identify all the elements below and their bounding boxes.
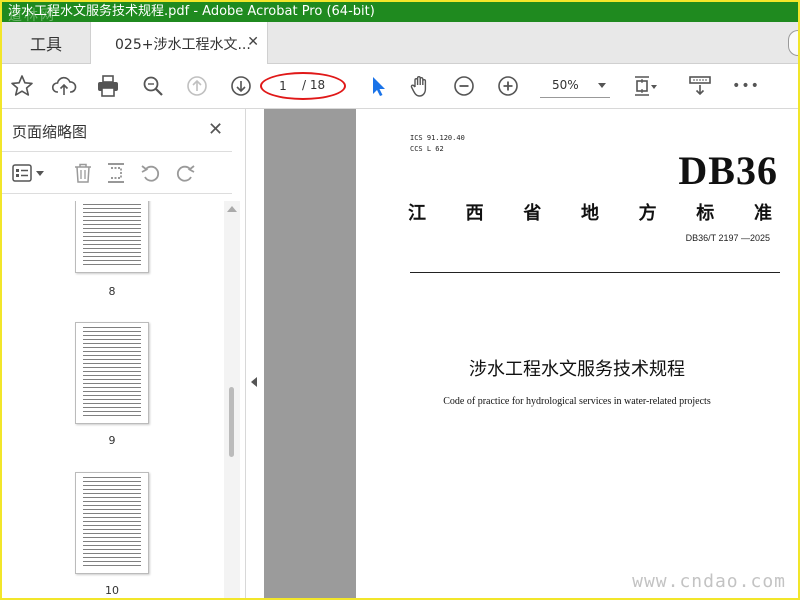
cloud-upload-icon[interactable]	[50, 72, 78, 100]
collapse-arrow-icon[interactable]	[251, 377, 257, 387]
tab-document[interactable]: 025+涉水工程水文... ✕	[90, 22, 268, 65]
document-title-en: Code of practice for hydrological servic…	[443, 396, 711, 407]
tab-bar: 工具 025+涉水工程水文... ✕	[2, 22, 798, 65]
chevron-down-icon	[598, 83, 606, 88]
hand-icon[interactable]	[406, 72, 434, 100]
zoom-dropdown[interactable]: 50%	[540, 74, 610, 98]
tab-close-icon[interactable]: ✕	[247, 34, 259, 50]
heading-char: 标	[696, 203, 715, 224]
pane-close-icon[interactable]: ✕	[208, 119, 223, 140]
window-titlebar: 涉水工程水文服务技术规程.pdf - Adobe Acrobat Pro (64…	[2, 2, 798, 24]
main-toolbar: / 18 50% •••	[2, 64, 798, 109]
page-thumbnail-label: 8	[108, 285, 116, 298]
heading-char: 江	[408, 203, 426, 224]
thumbnail-text-lines	[83, 327, 141, 419]
page-number-box: / 18	[260, 72, 346, 100]
watermark-bottom-right: www.cndao.com	[632, 571, 786, 592]
standard-number: DB36/T 2197 —2025	[685, 233, 770, 243]
heading-char: 西	[465, 203, 484, 224]
scroll-mode-icon[interactable]	[686, 72, 714, 100]
classification-codes: ICS 91.120.40 CCS L 62	[410, 133, 465, 155]
page-thumbnail-label: 9	[108, 434, 116, 447]
document-view: ICS 91.120.40 CCS L 62 DB36 江 西 省 地 方 标 …	[264, 109, 798, 598]
ics-code: ICS 91.120.40	[410, 134, 465, 142]
thumbnail-pane-title: 页面缩略图	[12, 123, 88, 141]
highlight-ellipse	[260, 72, 346, 100]
rotate-ccw-icon[interactable]	[138, 160, 164, 186]
thumbnail-scrollbar[interactable]	[224, 201, 240, 598]
document-title-cn: 涉水工程水文服务技术规程	[469, 359, 685, 380]
thumbnail-text-lines	[83, 477, 141, 569]
page-thumbnail-label: 10	[105, 584, 119, 597]
scrollbar-thumb[interactable]	[229, 387, 234, 457]
standard-code: DB36	[678, 148, 778, 193]
more-options-icon[interactable]: •••	[730, 72, 762, 100]
rotate-cw-icon[interactable]	[172, 160, 198, 186]
pane-collapse-strip	[246, 109, 264, 598]
zoom-out-icon[interactable]	[450, 72, 478, 100]
divider	[2, 193, 232, 194]
ccs-code: CCS L 62	[410, 145, 444, 153]
tab-scroll-button[interactable]	[788, 30, 798, 56]
tab-tools[interactable]: 工具	[2, 22, 90, 64]
star-icon[interactable]	[8, 72, 36, 100]
insert-page-icon[interactable]	[104, 160, 130, 186]
page-up-icon[interactable]	[183, 72, 211, 100]
print-icon[interactable]	[94, 72, 122, 100]
zoom-search-icon[interactable]	[139, 72, 167, 100]
select-arrow-icon[interactable]	[364, 72, 392, 100]
window-title: 涉水工程水文服务技术规程.pdf - Adobe Acrobat Pro (64…	[8, 4, 375, 19]
page-thumbnail[interactable]	[75, 472, 149, 574]
zoom-value: 50%	[552, 78, 579, 92]
heading-char: 准	[753, 203, 772, 224]
app-frame: 涉水工程水文服务技术规程.pdf - Adobe Acrobat Pro (64…	[2, 2, 798, 598]
trash-icon[interactable]	[70, 160, 96, 186]
page-down-icon[interactable]	[227, 72, 255, 100]
heading-char: 方	[638, 203, 657, 224]
page-thumbnail[interactable]	[75, 322, 149, 424]
thumbnail-list: 8 9 10	[2, 201, 224, 598]
thumbnail-options-button[interactable]	[10, 160, 48, 186]
scroll-up-icon[interactable]	[227, 206, 237, 212]
pdf-page: ICS 91.120.40 CCS L 62 DB36 江 西 省 地 方 标 …	[356, 109, 798, 598]
tab-document-label: 025+涉水工程水文...	[115, 36, 251, 53]
heading-char: 地	[580, 203, 599, 224]
page-thumbnail[interactable]	[75, 201, 149, 273]
thumbnail-pane: 页面缩略图 ✕ 8 9 10	[2, 109, 246, 598]
header-rule	[410, 272, 780, 273]
page-layout-icon[interactable]	[630, 72, 658, 100]
zoom-in-icon[interactable]	[494, 72, 522, 100]
thumbnail-text-lines	[83, 201, 141, 268]
province-standard-heading: 江 西 省 地 方 标 准	[408, 199, 772, 225]
heading-char: 省	[523, 203, 542, 224]
thumbnail-toolbar	[2, 152, 232, 192]
